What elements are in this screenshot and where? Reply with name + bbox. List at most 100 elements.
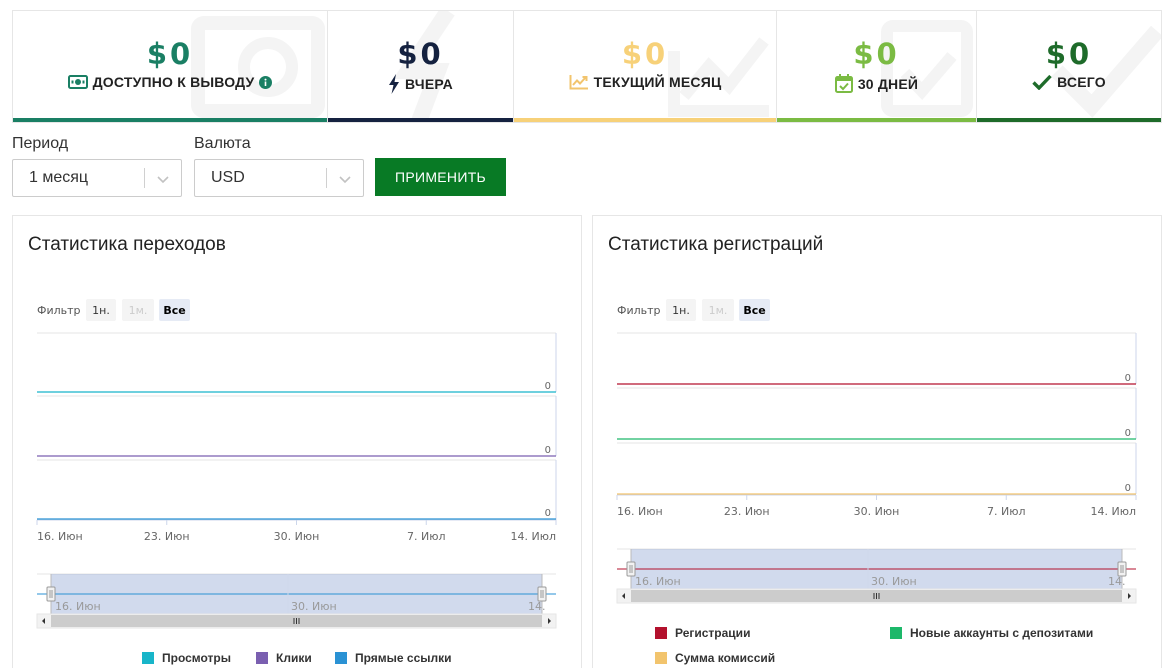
- period-select-value: 1 месяц: [29, 169, 89, 186]
- navigator-scrollbar[interactable]: [36, 613, 557, 629]
- legend-item[interactable]: Регистрации: [655, 626, 750, 640]
- stat-label: ДОСТУПНО К ВЫВОДУ: [92, 74, 255, 90]
- stat-accent-bar: [328, 118, 513, 122]
- period-select[interactable]: 1 месяц: [12, 159, 182, 197]
- legend-item[interactable]: Клики: [256, 651, 312, 665]
- stat-amount: $0: [397, 37, 444, 71]
- stat-amount: $0: [1045, 37, 1093, 71]
- navigator-right-handle[interactable]: [1117, 561, 1127, 577]
- range-button-week[interactable]: 1н.: [86, 299, 116, 321]
- range-button-all[interactable]: Все: [159, 299, 190, 321]
- legend-label: Новые аккаунты с депозитами: [910, 626, 1093, 640]
- svg-text:Все: Все: [163, 304, 185, 317]
- stat-card-available: $0 ДОСТУПНО К ВЫВОДУ: [12, 10, 327, 123]
- plot-pane: [37, 332, 557, 521]
- transitions-panel: Статистика переходов Фильтр 1н. 1м. Все …: [12, 215, 582, 668]
- calendar-check-icon: [834, 74, 853, 93]
- legend-item[interactable]: Сумма комиссий: [655, 651, 775, 665]
- registrations-panel: Статистика регистраций Фильтр 1н. 1м. Вс…: [592, 215, 1162, 668]
- svg-text:1м.: 1м.: [129, 304, 148, 317]
- info-circle-icon[interactable]: [259, 75, 273, 89]
- legend-swatch: [256, 652, 268, 664]
- stat-accent-bar: [13, 118, 327, 122]
- x-tick-label: 7. Июл: [987, 505, 1026, 518]
- legend-item[interactable]: Просмотры: [142, 651, 231, 665]
- range-filter-label: Фильтр: [37, 304, 81, 317]
- stat-label: ВСЕГО: [1057, 74, 1106, 90]
- apply-button[interactable]: ПРИМЕНИТЬ: [375, 158, 506, 196]
- x-tick-label: 30. Июн: [854, 505, 900, 518]
- stat-amount: $0: [146, 37, 194, 71]
- legend-item[interactable]: Новые аккаунты с депозитами: [890, 626, 1093, 640]
- range-button-week[interactable]: 1н.: [666, 299, 696, 321]
- stat-accent-bar: [777, 118, 976, 122]
- stat-accent-bar: [514, 118, 776, 122]
- currency-label: Валюта: [194, 135, 251, 152]
- legend-label: Просмотры: [162, 651, 231, 665]
- svg-text:16. Июн: 16. Июн: [635, 575, 681, 588]
- svg-text:30. Июн: 30. Июн: [291, 600, 337, 613]
- x-tick-label: 23. Июн: [724, 505, 770, 518]
- select-separator: [144, 168, 145, 188]
- y-tick-label: 0: [1125, 428, 1131, 439]
- stat-card-yesterday: $0 ВЧЕРА: [327, 10, 513, 123]
- chevron-down-icon[interactable]: [338, 172, 352, 191]
- period-label: Период: [12, 135, 69, 152]
- legend-label: Клики: [276, 651, 312, 665]
- range-button-all[interactable]: Все: [739, 299, 770, 321]
- x-tick-label: 30. Июн: [274, 530, 320, 543]
- svg-text:1н.: 1н.: [92, 304, 110, 317]
- stat-card-30-days: $0 30 ДНЕЙ: [776, 10, 976, 123]
- currency-select-value: USD: [211, 169, 245, 186]
- range-button-month: 1м.: [122, 299, 154, 321]
- y-tick-label: 0: [545, 508, 551, 519]
- x-tick-label: 14. Июл: [510, 530, 556, 543]
- lightning-bolt-icon: [388, 74, 400, 94]
- range-button-month: 1м.: [702, 299, 734, 321]
- legend-label: Сумма комиссий: [675, 651, 775, 665]
- svg-text:16. Июн: 16. Июн: [55, 600, 101, 613]
- svg-text:14.: 14.: [1108, 575, 1126, 588]
- svg-text:Все: Все: [743, 304, 765, 317]
- legend-swatch: [890, 627, 902, 639]
- legend-label: Прямые ссылки: [355, 651, 452, 665]
- range-filter-label: Фильтр: [617, 304, 661, 317]
- plot-pane: [617, 332, 1137, 496]
- x-tick-label: 16. Июн: [617, 505, 663, 518]
- y-tick-label: 0: [1125, 373, 1131, 384]
- svg-text:1м.: 1м.: [709, 304, 728, 317]
- svg-text:30. Июн: 30. Июн: [871, 575, 917, 588]
- svg-text:1н.: 1н.: [672, 304, 690, 317]
- stat-amount: $0: [621, 37, 669, 71]
- x-tick-label: 16. Июн: [37, 530, 83, 543]
- registrations-chart: Фильтр 1н. 1м. Все 0 0 0 16. Июн 23. Июн 30. …: [616, 299, 1137, 665]
- stat-accent-bar: [977, 118, 1161, 122]
- money-bill-icon: [67, 75, 88, 89]
- stat-label: ВЧЕРА: [405, 76, 453, 92]
- stat-card-current-month: $0 ТЕКУЩИЙ МЕСЯЦ: [513, 10, 776, 123]
- legend-swatch: [655, 627, 667, 639]
- legend-swatch: [335, 652, 347, 664]
- legend-item[interactable]: Прямые ссылки: [335, 651, 452, 665]
- stat-amount: $0: [853, 37, 900, 71]
- y-tick-label: 0: [545, 381, 551, 392]
- navigator[interactable]: 16. Июн 30. Июн 14.: [37, 573, 556, 614]
- chevron-down-icon[interactable]: [156, 172, 170, 191]
- navigator-right-handle[interactable]: [537, 586, 547, 602]
- stat-label: 30 ДНЕЙ: [857, 75, 919, 92]
- transitions-chart: Фильтр 1н. 1м. Все 0 0 0 16. Июн 23. Июн 30. …: [36, 299, 557, 665]
- navigator-left-handle[interactable]: [626, 561, 636, 577]
- navigator-left-handle[interactable]: [46, 586, 56, 602]
- legend-swatch: [655, 652, 667, 664]
- stats-row: $0 ДОСТУПНО К ВЫВОДУ $0 ВЧЕРА $0 ТЕКУЩИЙ…: [12, 10, 1162, 123]
- x-tick-label: 14. Июл: [1090, 505, 1136, 518]
- navigator[interactable]: 16. Июн 30. Июн 14.: [617, 548, 1136, 589]
- legend-label: Регистрации: [675, 626, 750, 640]
- y-tick-label: 0: [1125, 483, 1131, 494]
- legend-swatch: [142, 652, 154, 664]
- navigator-scrollbar[interactable]: [616, 588, 1137, 604]
- x-tick-label: 23. Июн: [144, 530, 190, 543]
- x-tick-label: 7. Июл: [407, 530, 446, 543]
- currency-select[interactable]: USD: [194, 159, 364, 197]
- stat-card-total: $0 ВСЕГО: [976, 10, 1162, 123]
